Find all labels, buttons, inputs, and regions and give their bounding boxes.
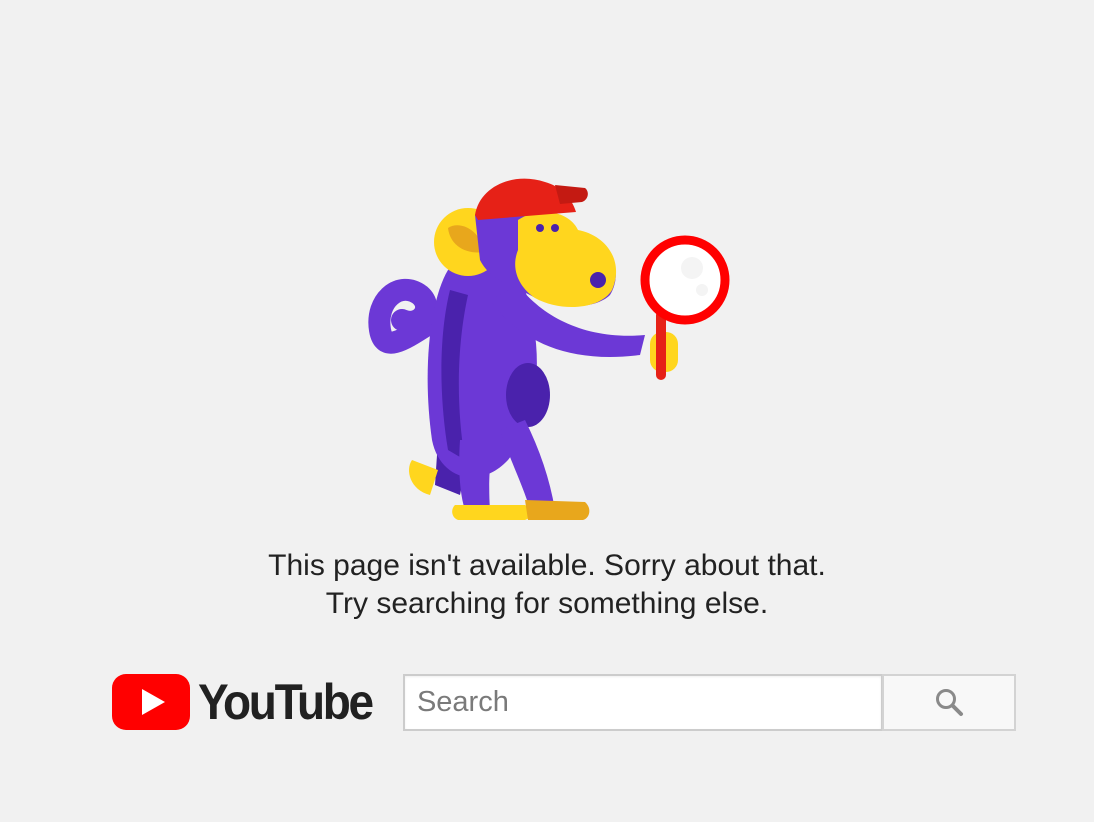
error-message: This page isn't available. Sorry about t… (0, 547, 1094, 623)
monkey-illustration (368, 178, 730, 520)
youtube-play-icon (112, 674, 190, 730)
error-page: This page isn't available. Sorry about t… (0, 0, 1094, 822)
error-message-line-1: This page isn't available. Sorry about t… (268, 549, 826, 582)
error-message-line-2: Try searching for something else. (325, 587, 769, 620)
search-input[interactable] (402, 673, 882, 731)
youtube-logo[interactable]: YouTube (112, 673, 387, 731)
search-button[interactable] (881, 673, 1016, 731)
search-bar: YouTube (112, 673, 1016, 731)
search-icon (935, 689, 963, 716)
youtube-wordmark: YouTube (198, 674, 374, 730)
